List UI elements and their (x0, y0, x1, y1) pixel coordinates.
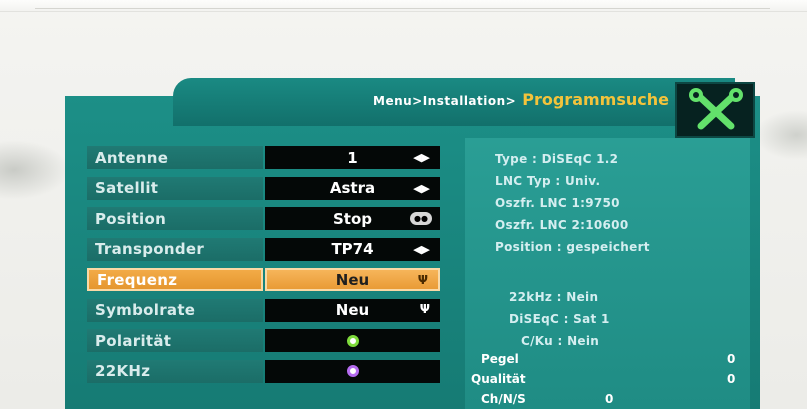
info-cku: C/Ku : Nein (521, 334, 600, 348)
breadcrumb: Menu>Installation> Programmsuche (373, 90, 669, 116)
background-shadow-left (0, 140, 70, 200)
menu-label: Polarität (87, 329, 263, 352)
menu-row-transponder[interactable]: Transponder TP74 ◀▶ (87, 237, 444, 261)
pegel-label: Pegel (481, 352, 519, 366)
signal-value: 0 (605, 392, 614, 406)
settings-menu: Antenne 1 ◀▶ Satellit Astra ◀▶ Position … (87, 146, 444, 390)
value-text: 1 (347, 148, 358, 167)
left-right-arrows-icon: ◀▶ (413, 151, 430, 164)
value-text: Astra (329, 179, 376, 197)
info-oszfr-lnc2: Oszfr. LNC 2:10600 (495, 218, 629, 232)
info-oszfr-lnc1: Oszfr. LNC 1:9750 (495, 196, 620, 210)
menu-label: Symbolrate (87, 298, 263, 322)
info-panel: Type : DiSEqC 1.2 LNC Typ : Univ. Oszfr.… (465, 138, 750, 409)
value-text: Stop (332, 209, 373, 228)
pegel-value: 0 (727, 352, 736, 366)
menu-row-polaritaet[interactable]: Polarität (87, 329, 444, 352)
left-right-arrows-icon: ◀▶ (413, 242, 430, 256)
green-button-icon (346, 334, 359, 347)
menu-value[interactable]: 1 ◀▶ (265, 146, 440, 169)
info-position: Position : gespeichert (495, 240, 650, 254)
menu-row-satellit[interactable]: Satellit Astra ◀▶ (87, 176, 444, 200)
info-22khz: 22kHz : Nein (509, 290, 599, 304)
menu-row-frequenz[interactable]: Frequenz Neu Ψ (87, 268, 444, 291)
value-text: Neu (335, 270, 370, 289)
info-lnc-typ: LNC Typ : Univ. (495, 174, 601, 188)
menu-label: Frequenz (87, 268, 263, 291)
menu-value[interactable]: TP74 ◀▶ (265, 237, 440, 261)
menu-value[interactable] (265, 329, 440, 352)
qualitaet-label: Qualität (471, 372, 526, 386)
menu-row-22khz[interactable]: 22KHz (87, 359, 444, 383)
value-text: TP74 (331, 240, 374, 258)
qualitaet-value: 0 (727, 372, 736, 386)
background-shadow-right (755, 110, 807, 160)
breadcrumb-path: Menu>Installation> (373, 94, 517, 108)
tv-menu-screen: Menu>Installation> Programmsuche Antenne… (65, 78, 760, 409)
value-text: Neu (335, 301, 370, 319)
info-diseqc: DiSEqC : Sat 1 (509, 312, 610, 326)
menu-label: Satellit (87, 176, 263, 200)
menu-value[interactable]: Astra ◀▶ (265, 176, 440, 200)
info-type: Type : DiSEqC 1.2 (495, 152, 619, 166)
purple-button-icon (346, 365, 359, 377)
numeric-entry-icon: Ψ (419, 301, 430, 316)
numeric-entry-icon: Ψ (417, 273, 428, 287)
page-title: Programmsuche (522, 90, 669, 109)
menu-value[interactable] (265, 359, 440, 383)
ok-button-icon: ●● (410, 212, 432, 225)
menu-row-antenne[interactable]: Antenne 1 ◀▶ (87, 146, 444, 169)
top-strip (0, 0, 807, 12)
top-divider (35, 8, 770, 9)
menu-header: Menu>Installation> Programmsuche (173, 78, 735, 126)
menu-row-symbolrate[interactable]: Symbolrate Neu Ψ (87, 298, 444, 322)
menu-row-position[interactable]: Position Stop ●● (87, 207, 444, 230)
tools-icon (675, 82, 755, 138)
menu-label: Position (87, 207, 263, 230)
menu-label: Antenne (87, 146, 263, 169)
menu-label: Transponder (87, 237, 263, 261)
menu-label: 22KHz (87, 359, 263, 383)
signal-label: Ch/N/S (481, 392, 526, 406)
left-right-arrows-icon: ◀▶ (413, 181, 430, 195)
menu-value[interactable]: Neu Ψ (265, 268, 440, 291)
menu-value[interactable]: Stop ●● (265, 207, 440, 230)
menu-value[interactable]: Neu Ψ (265, 298, 440, 322)
